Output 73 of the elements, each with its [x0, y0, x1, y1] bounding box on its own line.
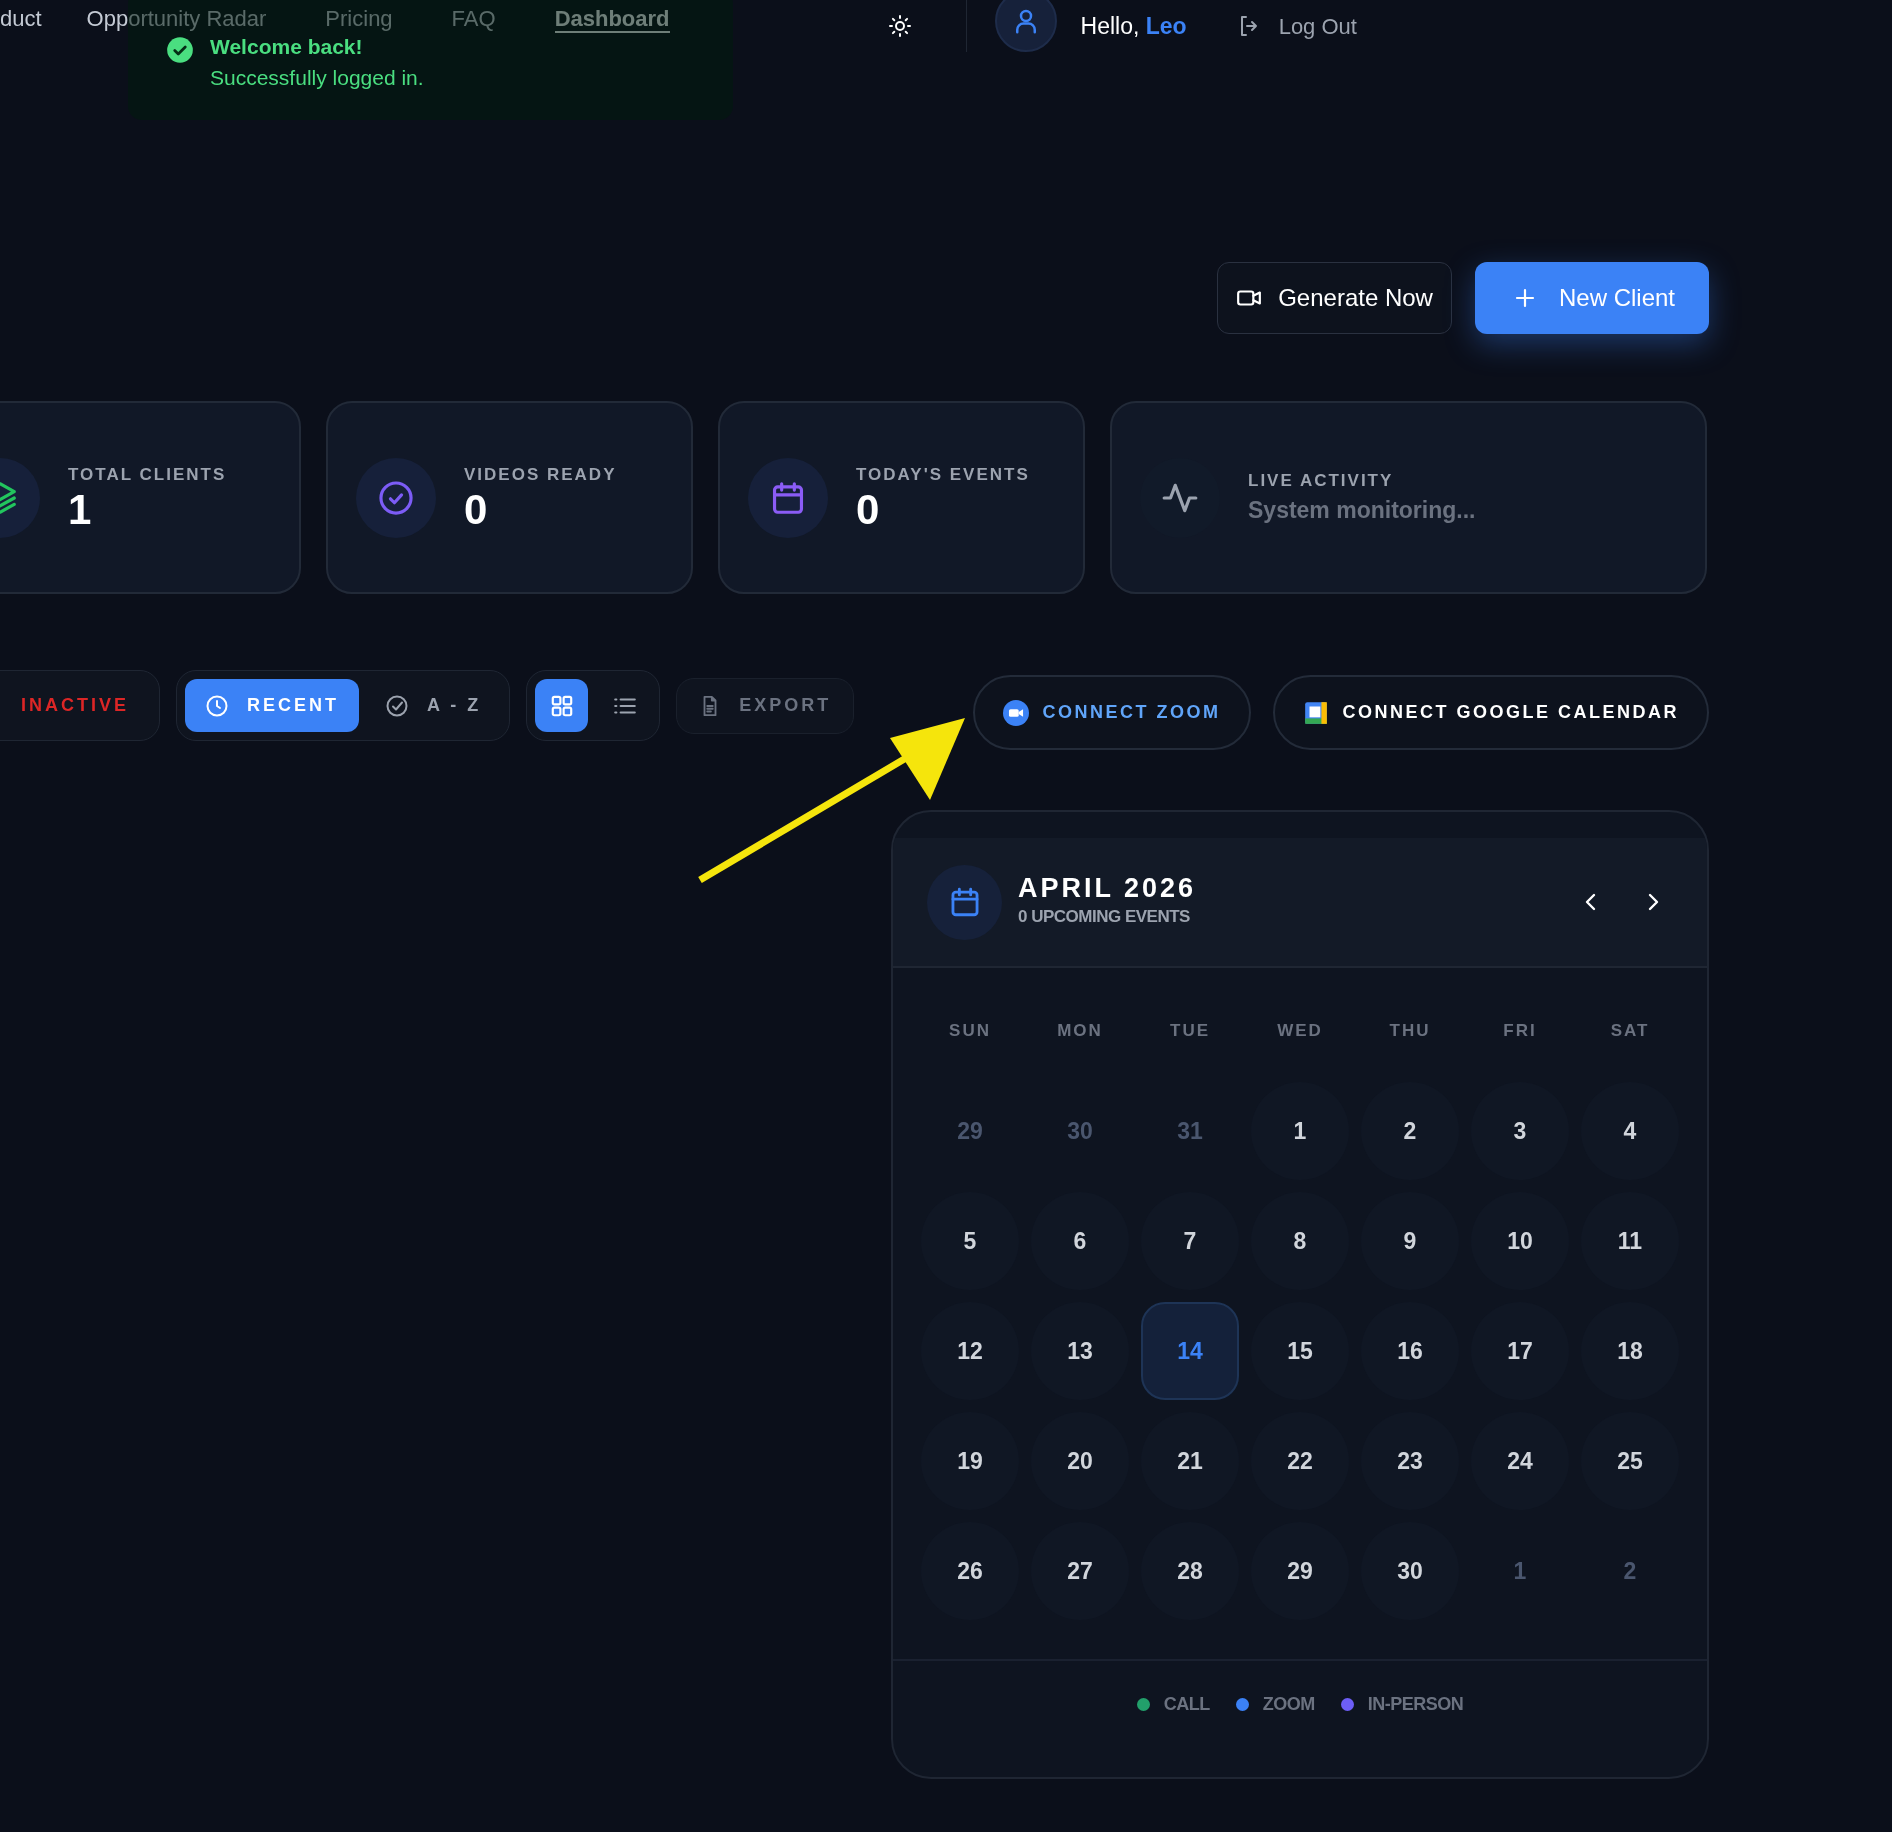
- calendar-day[interactable]: 9: [1361, 1192, 1459, 1290]
- avatar[interactable]: [994, 0, 1057, 52]
- sort-tab[interactable]: A - Z: [365, 679, 502, 732]
- grid-view-button[interactable]: [535, 679, 589, 732]
- weekday-label: TUE: [1169, 1020, 1211, 1042]
- weekday-label: FRI: [1502, 1020, 1538, 1042]
- calendar-day[interactable]: 4: [1581, 1082, 1679, 1180]
- status-filter-button[interactable]: INACTIVE: [0, 670, 160, 741]
- clock-icon: [205, 693, 229, 718]
- weekday-label: WED: [1276, 1020, 1324, 1042]
- check-circle-icon: [385, 693, 409, 718]
- logout-link[interactable]: Log Out: [1236, 9, 1357, 43]
- calendar-day[interactable]: 7: [1141, 1192, 1239, 1290]
- calendar-day[interactable]: 28: [1141, 1522, 1239, 1620]
- calendar-day[interactable]: 24: [1471, 1412, 1569, 1510]
- stat-label: TODAY'S EVENTS: [856, 463, 1030, 486]
- calendar-day[interactable]: 6: [1031, 1192, 1129, 1290]
- weekday-label: SAT: [1609, 1020, 1651, 1042]
- calendar-day[interactable]: 3: [1471, 1082, 1569, 1180]
- legend-label: IN-PERSON: [1367, 1693, 1464, 1716]
- toast-title: Welcome back!: [210, 36, 364, 57]
- legend-label: ZOOM: [1262, 1693, 1315, 1716]
- weekday-label: THU: [1388, 1020, 1432, 1042]
- calendar-day[interactable]: 11: [1581, 1192, 1679, 1290]
- greeting: Hello, Leo: [1080, 11, 1187, 41]
- calendar-day[interactable]: 15: [1251, 1302, 1349, 1400]
- connect-calendar-button[interactable]: CONNECT GOOGLE CALENDAR: [1272, 675, 1709, 750]
- export-button[interactable]: EXPORT: [676, 677, 855, 734]
- calendar-day[interactable]: 18: [1581, 1302, 1679, 1400]
- calendar-day[interactable]: 29: [1251, 1522, 1349, 1620]
- connect-zoom-button[interactable]: CONNECT ZOOM: [972, 675, 1251, 750]
- calendar-day[interactable]: 16: [1361, 1302, 1459, 1400]
- calendar-day[interactable]: 14: [1141, 1302, 1239, 1400]
- calendar-day[interactable]: 17: [1471, 1302, 1569, 1400]
- calendar-day[interactable]: 26: [921, 1522, 1019, 1620]
- calendar-day[interactable]: 5: [921, 1192, 1019, 1290]
- stat-value: 0: [856, 487, 881, 534]
- toast-message: Successfully logged in.: [210, 67, 424, 88]
- calendar-logo-icon: [1302, 699, 1329, 726]
- calendar-day[interactable]: 1: [1251, 1082, 1349, 1180]
- stat-subtitle: System monitoring...: [1248, 496, 1476, 525]
- generate-button[interactable]: Generate Now: [1217, 262, 1452, 334]
- calendar-day[interactable]: 19: [921, 1412, 1019, 1510]
- calendar-day[interactable]: 30: [1361, 1522, 1459, 1620]
- stat-label: LIVE ACTIVITY: [1248, 469, 1395, 492]
- check-circle-icon: [377, 478, 415, 517]
- weekday-label: SUN: [948, 1020, 992, 1042]
- calendar-day[interactable]: 20: [1031, 1412, 1129, 1510]
- video-camera-icon: [1002, 699, 1029, 726]
- nav-link[interactable]: duct: [0, 6, 42, 34]
- stat-value: 0: [464, 487, 489, 534]
- calendar-day[interactable]: 23: [1361, 1412, 1459, 1510]
- month-title: APRIL 2026: [1018, 874, 1197, 905]
- legend-label: CALL: [1163, 1693, 1210, 1716]
- stat-value: 1: [68, 487, 93, 534]
- calendar-day[interactable]: 22: [1251, 1412, 1349, 1510]
- event-count: 0 UPCOMING EVENTS: [1018, 906, 1191, 929]
- calendar-day[interactable]: 8: [1251, 1192, 1349, 1290]
- calendar-day[interactable]: 10: [1471, 1192, 1569, 1290]
- calendar-day[interactable]: 25: [1581, 1412, 1679, 1510]
- new-client-button[interactable]: New Client: [1474, 262, 1709, 334]
- calendar-day[interactable]: 13: [1031, 1302, 1129, 1400]
- calendar-day[interactable]: 27: [1031, 1522, 1129, 1620]
- calendar-day[interactable]: 21: [1141, 1412, 1239, 1510]
- sort-tab[interactable]: RECENT: [185, 679, 359, 732]
- weekday-label: MON: [1056, 1020, 1104, 1042]
- calendar-day[interactable]: 12: [921, 1302, 1019, 1400]
- nav-link[interactable]: Dashboard: [554, 6, 670, 34]
- theme-toggle-icon: [887, 14, 912, 38]
- stat-label: VIDEOS READY: [464, 463, 617, 486]
- check-circle-icon: [166, 36, 194, 64]
- calendar-day[interactable]: 2: [1361, 1082, 1459, 1180]
- stat-label: TOTAL CLIENTS: [68, 463, 227, 486]
